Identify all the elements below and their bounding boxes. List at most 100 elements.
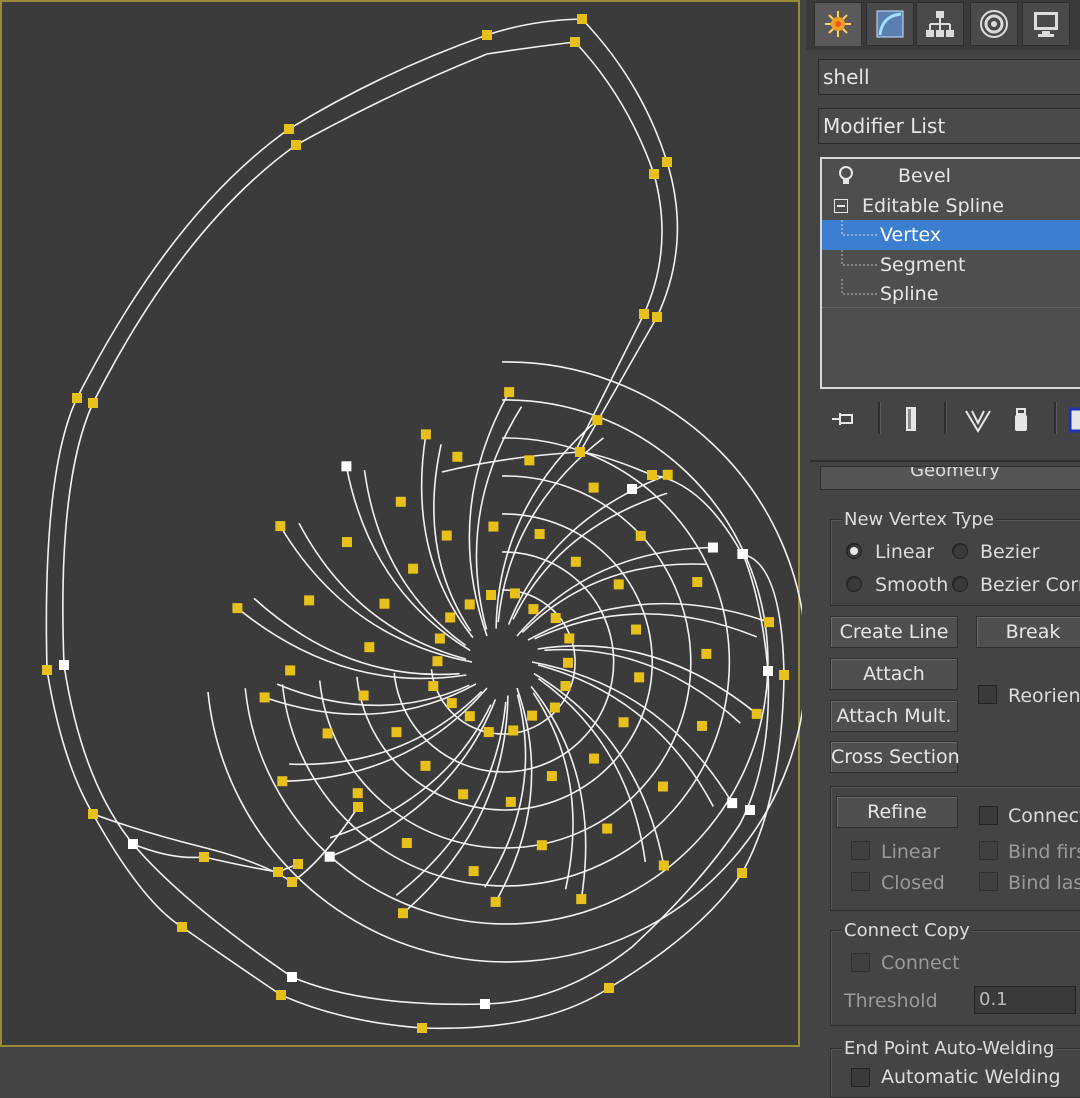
- vertex-handle[interactable]: [490, 896, 501, 907]
- vertex-handle[interactable]: [560, 681, 571, 692]
- vertex-handle[interactable]: [322, 728, 333, 739]
- shell-inner-top-curve[interactable]: [574, 41, 663, 453]
- vertex-handle[interactable]: [358, 690, 369, 701]
- bind-first-checkbox[interactable]: [979, 841, 998, 860]
- vertex-handle[interactable]: [420, 760, 431, 771]
- minus-box-icon[interactable]: [834, 199, 848, 213]
- tab-create[interactable]: [814, 2, 862, 46]
- vertex-handle[interactable]: [647, 470, 657, 480]
- vertex-handle[interactable]: [428, 681, 439, 692]
- septum-curve[interactable]: [236, 607, 467, 680]
- vertex-handle[interactable]: [417, 1023, 427, 1033]
- rollout-geometry-header[interactable]: Geometry: [820, 466, 1080, 490]
- vertex-handle[interactable]: [505, 796, 516, 807]
- vertex-handle[interactable]: [483, 727, 494, 738]
- vertex-handle[interactable]: [592, 415, 603, 426]
- first-vertex-handle[interactable]: [727, 798, 738, 809]
- modifier-list-dropdown[interactable]: Modifier List: [818, 108, 1080, 144]
- first-vertex-handle[interactable]: [128, 839, 138, 849]
- septum-curve[interactable]: [544, 648, 741, 724]
- vertex-handle[interactable]: [550, 613, 561, 624]
- shell-outer-curve[interactable]: [45, 18, 785, 1030]
- septum-curve[interactable]: [264, 683, 477, 716]
- vertex-handle[interactable]: [304, 595, 315, 606]
- attach-button[interactable]: Attach: [830, 658, 958, 690]
- vertex-handle[interactable]: [562, 657, 573, 668]
- pin-stack-icon[interactable]: [830, 403, 858, 435]
- septum-curve[interactable]: [495, 687, 533, 903]
- first-vertex-handle[interactable]: [763, 666, 773, 676]
- vertex-handle[interactable]: [576, 894, 587, 905]
- vertex-handle[interactable]: [468, 866, 479, 877]
- break-button[interactable]: Break: [976, 616, 1080, 648]
- vertex-handle[interactable]: [546, 771, 557, 782]
- refine-button[interactable]: Refine: [836, 796, 958, 828]
- vertex-handle[interactable]: [504, 387, 515, 398]
- first-vertex-handle[interactable]: [324, 851, 335, 862]
- vertex-handle[interactable]: [588, 482, 599, 493]
- vertex-handle[interactable]: [602, 823, 613, 834]
- connect-checkbox[interactable]: [979, 806, 998, 825]
- closed-checkbox[interactable]: [851, 872, 870, 891]
- vertex-handle[interactable]: [452, 451, 463, 462]
- vertex-handle[interactable]: [613, 579, 624, 590]
- vertex-handle[interactable]: [764, 617, 775, 628]
- vertex-handle[interactable]: [779, 670, 789, 680]
- vertex-handle[interactable]: [527, 710, 538, 721]
- vertex-handle[interactable]: [408, 563, 419, 574]
- vertex-handle[interactable]: [284, 124, 294, 134]
- show-end-result-icon[interactable]: [898, 403, 926, 435]
- vertex-handle[interactable]: [524, 455, 535, 466]
- vertex-handle[interactable]: [291, 140, 301, 150]
- vertex-handle[interactable]: [420, 429, 431, 440]
- chamber-ring-curve[interactable]: [207, 361, 802, 963]
- stack-item-bevel[interactable]: Bevel: [822, 161, 1080, 191]
- vertex-handle[interactable]: [287, 877, 297, 887]
- vertex-handle[interactable]: [631, 624, 642, 635]
- vertex-handle[interactable]: [341, 537, 352, 548]
- first-vertex-handle[interactable]: [287, 972, 297, 982]
- vertex-handle[interactable]: [570, 556, 581, 567]
- nautilus-shell-spline[interactable]: [2, 2, 802, 1049]
- vertex-handle[interactable]: [482, 30, 492, 40]
- vertex-handle[interactable]: [564, 633, 575, 644]
- vertex-handle[interactable]: [293, 859, 303, 869]
- vertex-handle[interactable]: [589, 753, 600, 764]
- tab-display[interactable]: [1022, 2, 1070, 46]
- vertex-handle[interactable]: [199, 852, 209, 862]
- vertex-handle[interactable]: [570, 37, 580, 47]
- vertex-handle[interactable]: [657, 781, 668, 792]
- septum-curve[interactable]: [253, 597, 460, 676]
- vertex-handle[interactable]: [432, 656, 443, 667]
- radio-smooth[interactable]: [846, 576, 862, 592]
- shell-outer-top-curve[interactable]: [441, 18, 679, 473]
- perspective-viewport[interactable]: [0, 0, 802, 1049]
- lightbulb-icon[interactable]: [836, 165, 856, 187]
- first-vertex-handle[interactable]: [738, 549, 748, 559]
- tab-motion[interactable]: [970, 2, 1018, 46]
- vertex-handle[interactable]: [528, 604, 539, 615]
- stack-item-spline[interactable]: Spline: [822, 279, 1080, 309]
- first-vertex-handle[interactable]: [341, 461, 352, 472]
- vertex-handle[interactable]: [549, 702, 560, 713]
- create-line-button[interactable]: Create Line: [830, 616, 958, 648]
- vertex-handle[interactable]: [391, 727, 402, 738]
- vertex-handle[interactable]: [364, 642, 375, 653]
- vertex-handle[interactable]: [575, 447, 585, 457]
- vertex-handle[interactable]: [508, 725, 519, 736]
- vertex-handle[interactable]: [618, 717, 629, 728]
- bind-last-checkbox[interactable]: [979, 872, 998, 891]
- first-vertex-handle[interactable]: [745, 805, 755, 815]
- septum-curve[interactable]: [521, 563, 706, 633]
- vertex-handle[interactable]: [534, 529, 545, 540]
- radio-bezier[interactable]: [952, 543, 968, 559]
- vertex-handle[interactable]: [353, 802, 363, 812]
- stack-item-segment[interactable]: Segment: [822, 250, 1080, 280]
- tab-modify[interactable]: [866, 2, 914, 46]
- object-name-field[interactable]: shell: [818, 59, 1080, 95]
- first-vertex-handle[interactable]: [627, 484, 637, 494]
- make-unique-icon[interactable]: [964, 403, 992, 435]
- vertex-handle[interactable]: [604, 983, 614, 993]
- remove-modifier-icon[interactable]: [1006, 403, 1034, 435]
- vertex-handle[interactable]: [276, 990, 286, 1000]
